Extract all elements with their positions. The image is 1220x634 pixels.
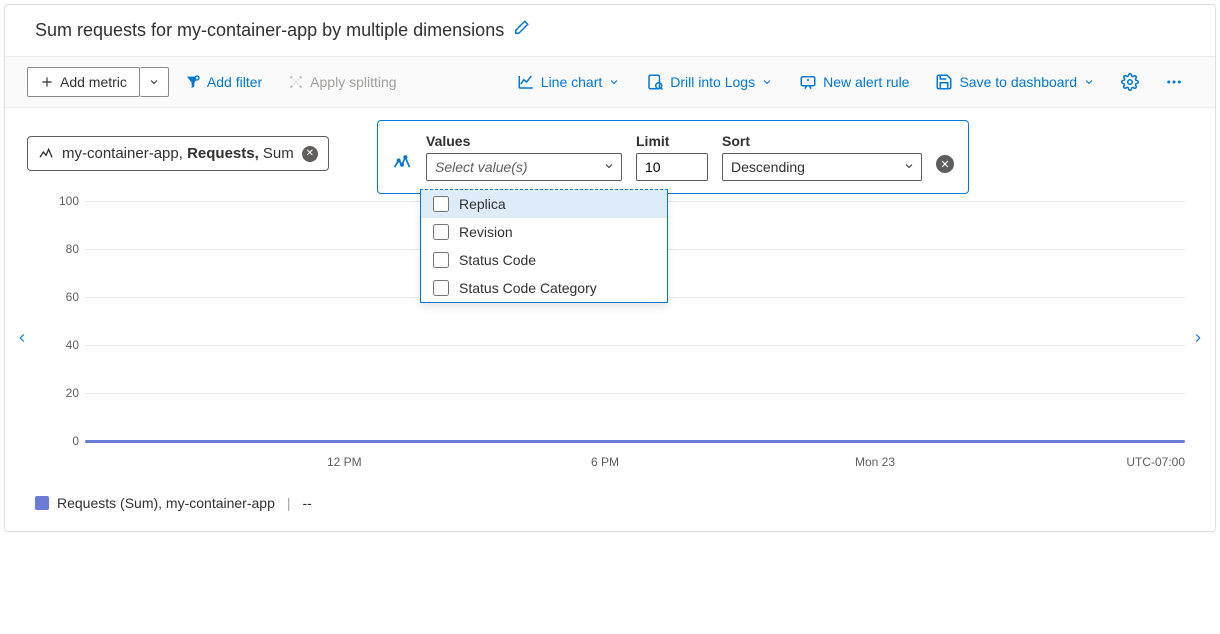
chevron-down-icon: [608, 76, 620, 88]
metric-chip[interactable]: my-container-app, Requests, Sum ✕: [27, 136, 329, 171]
drill-logs-button[interactable]: Drill into Logs: [636, 69, 783, 95]
chart-title: Sum requests for my-container-app by mul…: [35, 20, 504, 41]
sort-select[interactable]: Descending: [722, 153, 922, 181]
new-alert-button[interactable]: New alert rule: [789, 69, 919, 95]
y-tick: 100: [35, 194, 79, 208]
metrics-chip-bar: my-container-app, Requests, Sum ✕ Values…: [5, 108, 1215, 171]
dropdown-item-revision[interactable]: Revision: [421, 218, 667, 246]
remove-chip-icon[interactable]: ✕: [302, 146, 318, 162]
legend: Requests (Sum), my-container-app | --: [5, 481, 1215, 511]
new-alert-label: New alert rule: [823, 74, 909, 90]
toolbar: Add metric Add filter Apply splitting Li…: [5, 56, 1215, 108]
splitting-panel: Values Select value(s) Limit Sort Descen…: [377, 120, 969, 194]
metrics-card: Sum requests for my-container-app by mul…: [4, 4, 1216, 532]
checkbox-revision[interactable]: [433, 224, 449, 240]
add-metric-label: Add metric: [60, 74, 127, 90]
limit-field: Limit: [636, 133, 708, 181]
values-field: Values Select value(s): [426, 133, 622, 181]
more-button[interactable]: [1155, 69, 1193, 95]
apply-splitting-label: Apply splitting: [310, 74, 396, 90]
gridline: [85, 345, 1185, 346]
chart-next-icon[interactable]: [1187, 323, 1209, 359]
settings-button[interactable]: [1111, 69, 1149, 95]
dropdown-item-status-code-category[interactable]: Status Code Category: [421, 274, 667, 302]
checkbox-status-code[interactable]: [433, 252, 449, 268]
y-tick: 80: [35, 242, 79, 256]
chart-prev-icon[interactable]: [11, 323, 33, 359]
values-label: Values: [426, 133, 622, 149]
drill-logs-label: Drill into Logs: [670, 74, 755, 90]
checkbox-status-code-category[interactable]: [433, 280, 449, 296]
add-metric-button[interactable]: Add metric: [27, 67, 140, 97]
add-filter-label: Add filter: [207, 74, 262, 90]
apply-splitting-button: Apply splitting: [278, 70, 406, 94]
x-tick: 12 PM: [327, 455, 362, 469]
save-dashboard-label: Save to dashboard: [959, 74, 1077, 90]
timezone-label: UTC-07:00: [1126, 455, 1185, 469]
chevron-down-icon: [603, 159, 615, 175]
edit-title-icon[interactable]: [512, 19, 530, 42]
legend-series-name: Requests (Sum), my-container-app: [57, 495, 275, 511]
y-tick: 60: [35, 290, 79, 304]
x-tick: Mon 23: [855, 455, 895, 469]
line-chart-button[interactable]: Line chart: [507, 69, 630, 95]
x-axis: 12 PM 6 PM Mon 23: [85, 455, 1185, 469]
title-row: Sum requests for my-container-app by mul…: [5, 5, 1215, 56]
add-metric-group: Add metric: [27, 67, 169, 97]
values-dropdown: Replica Revision Status Code Status Code…: [420, 189, 668, 303]
add-filter-button[interactable]: Add filter: [175, 70, 272, 94]
chevron-down-icon: [903, 159, 915, 175]
chevron-down-icon: [1083, 76, 1095, 88]
y-tick: 40: [35, 338, 79, 352]
legend-value: --: [303, 495, 312, 511]
metric-icon: [38, 146, 54, 162]
add-metric-chevron[interactable]: [140, 67, 169, 97]
dropdown-item-replica[interactable]: Replica: [421, 190, 667, 218]
limit-label: Limit: [636, 133, 708, 149]
close-split-icon[interactable]: ✕: [936, 155, 954, 173]
series-line: [85, 440, 1185, 443]
y-tick: 0: [35, 434, 79, 448]
y-tick: 20: [35, 386, 79, 400]
sort-label: Sort: [722, 133, 922, 149]
dropdown-item-status-code[interactable]: Status Code: [421, 246, 667, 274]
checkbox-replica[interactable]: [433, 196, 449, 212]
chevron-down-icon: [761, 76, 773, 88]
values-select[interactable]: Select value(s): [426, 153, 622, 181]
x-tick: 6 PM: [591, 455, 619, 469]
legend-swatch: [35, 496, 49, 510]
limit-input[interactable]: [636, 153, 708, 181]
splitting-icon: [392, 133, 412, 176]
save-dashboard-button[interactable]: Save to dashboard: [925, 69, 1105, 95]
sort-field: Sort Descending: [722, 133, 922, 181]
chip-text: my-container-app, Requests, Sum: [62, 145, 294, 162]
line-chart-label: Line chart: [541, 74, 602, 90]
gridline: [85, 393, 1185, 394]
